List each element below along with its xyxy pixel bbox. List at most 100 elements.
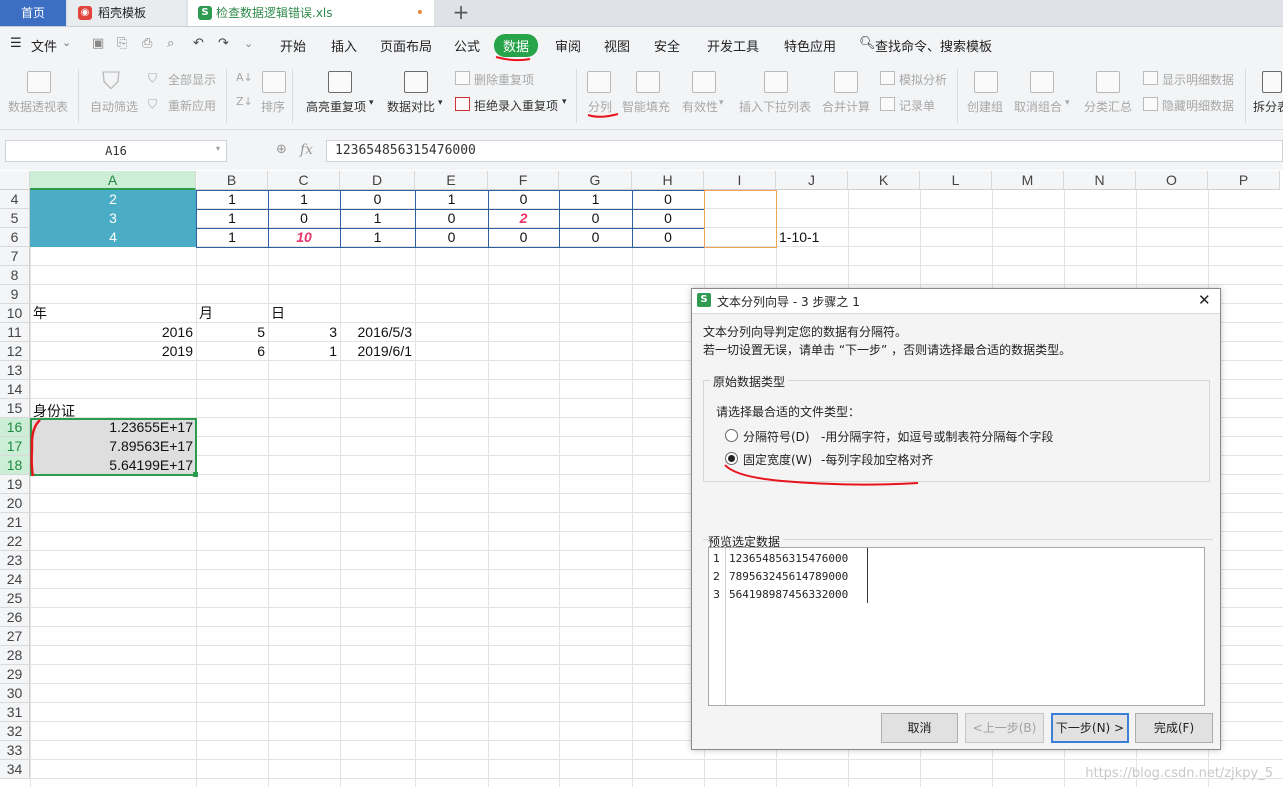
- formula-bar: A16 ▾ ⊕ fx 123654856315476000: [0, 130, 1283, 170]
- divider: [292, 69, 293, 123]
- group-title: 原始数据类型: [710, 373, 789, 390]
- divider: [957, 69, 958, 123]
- annotation-bracket: [30, 419, 41, 477]
- spreadsheet-icon: S: [198, 6, 212, 20]
- save-icon[interactable]: ▣: [92, 37, 106, 51]
- subtotal-button[interactable]: 分类汇总: [1084, 98, 1132, 115]
- formula-input[interactable]: 123654856315476000: [326, 140, 1283, 162]
- command-search[interactable]: 查找命令、搜索模板: [875, 36, 992, 55]
- menu-developer[interactable]: 开发工具: [707, 36, 759, 55]
- column-break-line[interactable]: [867, 548, 868, 603]
- dialog-intro-1: 文本分列向导判定您的数据有分隔符。: [703, 325, 908, 339]
- option-delimited-label[interactable]: 分隔符号(D): [743, 428, 810, 445]
- annotation-underline-split: [587, 113, 619, 118]
- hamburger-icon[interactable]: ☰: [10, 36, 22, 51]
- validity-icon: [692, 71, 716, 93]
- menu-formula[interactable]: 公式: [454, 36, 480, 55]
- consolidate-icon: [834, 71, 858, 93]
- show-detail-button[interactable]: 显示明细数据: [1162, 71, 1234, 88]
- divider: [78, 69, 79, 123]
- smart-fill-button[interactable]: 智能填充: [622, 98, 670, 115]
- redo-icon[interactable]: ↷: [218, 37, 232, 51]
- reject-duplicates-button[interactable]: 拒绝录入重复项: [474, 97, 558, 114]
- pivot-table-button[interactable]: 数据透视表: [8, 98, 68, 115]
- print-icon[interactable]: ⎙: [142, 37, 156, 51]
- preview-line-number: 2: [713, 570, 720, 583]
- preview-line-number: 1: [713, 552, 720, 565]
- chevron-down-icon[interactable]: ▾: [369, 98, 374, 108]
- type-prompt: 请选择最合适的文件类型：: [716, 405, 861, 419]
- ungroup-button[interactable]: 取消组合: [1014, 98, 1062, 115]
- export-icon[interactable]: ⎘: [117, 37, 131, 51]
- data-compare-icon: [404, 71, 428, 93]
- highlight-duplicates-button[interactable]: 高亮重复项: [306, 98, 366, 115]
- preview-line-number: 3: [713, 588, 720, 601]
- split-columns-icon: [587, 71, 611, 93]
- docer-icon: ◉: [78, 6, 92, 20]
- option-delimited-desc: -用分隔字符，如逗号或制表符分隔每个字段: [821, 430, 1054, 444]
- chevron-down-icon[interactable]: ⌄: [62, 36, 71, 49]
- sort-asc-icon[interactable]: A↓: [236, 71, 253, 84]
- validity-button[interactable]: 有效性: [682, 98, 718, 115]
- pivot-table-icon: [27, 71, 51, 93]
- finish-button[interactable]: 完成(F): [1135, 713, 1213, 743]
- tab-home[interactable]: 首页: [0, 0, 66, 26]
- sort-desc-icon[interactable]: Z↓: [236, 95, 253, 108]
- consolidate-button[interactable]: 合并计算: [822, 98, 870, 115]
- remove-duplicates-icon: [455, 71, 470, 85]
- fill-handle[interactable]: [193, 472, 198, 477]
- show-all-button[interactable]: 全部显示: [168, 71, 216, 88]
- show-all-icon: ⛉: [148, 71, 158, 85]
- menu-view[interactable]: 视图: [604, 36, 630, 55]
- tab-file[interactable]: S 检查数据逻辑错误.xls •: [188, 0, 434, 26]
- name-box[interactable]: A16: [5, 140, 227, 162]
- preview-box[interactable]: 1 123654856315476000 2 789563245614789000 3 5…: [708, 547, 1205, 706]
- chevron-down-icon[interactable]: ⌄: [244, 37, 258, 51]
- chevron-down-icon[interactable]: ▾: [719, 98, 724, 108]
- dialog-intro-2: 若一切设置无误，请单击 “下一步” ，否则请选择最合适的数据类型。: [703, 343, 1072, 357]
- group-icon: [974, 71, 998, 93]
- record-button[interactable]: 记录单: [899, 97, 935, 114]
- menu-page-layout[interactable]: 页面布局: [380, 36, 432, 55]
- chevron-down-icon[interactable]: ▾: [216, 144, 220, 153]
- remove-duplicates-button[interactable]: 删除重复项: [474, 71, 534, 88]
- dialog-titlebar: S 文本分列向导 - 3 步骤之 1 ✕: [692, 289, 1220, 314]
- new-tab-button[interactable]: +: [446, 0, 476, 26]
- sort-button[interactable]: 排序: [261, 98, 285, 115]
- menu-file[interactable]: 文件: [31, 36, 57, 55]
- print-preview-icon[interactable]: ⌕: [167, 37, 181, 51]
- ribbon: 数据透视表 ⛉ 自动筛选 ⛉ 全部显示 ⛉ 重新应用 A↓ Z↓ 排序 高亮重复…: [0, 63, 1283, 130]
- split-table-button[interactable]: 拆分表: [1253, 98, 1283, 115]
- radio-delimited[interactable]: [725, 429, 738, 442]
- menu-insert[interactable]: 插入: [331, 36, 357, 55]
- ungroup-icon: [1030, 71, 1054, 93]
- insert-dropdown-button[interactable]: 插入下拉列表: [739, 98, 811, 115]
- chevron-down-icon[interactable]: ▾: [562, 97, 567, 107]
- menu-review[interactable]: 审阅: [555, 36, 581, 55]
- menu-data[interactable]: 数据: [494, 34, 539, 57]
- highlight-duplicates-icon: [328, 71, 352, 93]
- split-table-icon: [1262, 71, 1282, 93]
- data-compare-button[interactable]: 数据对比: [387, 98, 435, 115]
- hide-detail-button[interactable]: 隐藏明细数据: [1162, 97, 1234, 114]
- fx-icon[interactable]: fx: [300, 142, 313, 158]
- reapply-button[interactable]: 重新应用: [168, 97, 216, 114]
- cancel-button[interactable]: 取消: [881, 713, 958, 743]
- tab-template-label: 稻壳模板: [98, 6, 147, 20]
- group-button[interactable]: 创建组: [967, 98, 1003, 115]
- previous-button[interactable]: <上一步(B): [965, 713, 1044, 743]
- divider: [576, 69, 577, 123]
- close-icon[interactable]: ✕: [1198, 291, 1211, 309]
- chevron-down-icon[interactable]: ▾: [1065, 98, 1070, 108]
- tab-bar: 首页 ◉ 稻壳模板 S 检查数据逻辑错误.xls • +: [0, 0, 1283, 27]
- what-if-button[interactable]: 模拟分析: [899, 71, 947, 88]
- menu-security[interactable]: 安全: [654, 36, 680, 55]
- menu-home[interactable]: 开始: [280, 36, 306, 55]
- zoom-formula-icon[interactable]: ⊕: [276, 142, 287, 157]
- chevron-down-icon[interactable]: ▾: [438, 98, 443, 108]
- menu-special[interactable]: 特色应用: [784, 36, 836, 55]
- next-button[interactable]: 下一步(N) >: [1051, 713, 1129, 743]
- tab-template[interactable]: ◉ 稻壳模板: [68, 0, 186, 26]
- autofilter-button[interactable]: 自动筛选: [90, 98, 138, 115]
- undo-icon[interactable]: ↶: [193, 37, 207, 51]
